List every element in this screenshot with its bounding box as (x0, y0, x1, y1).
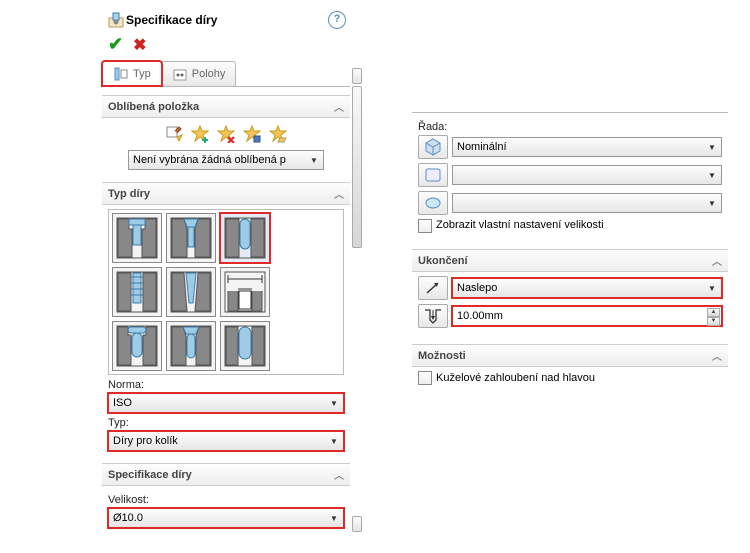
dropdown-arrow-icon: ▼ (327, 434, 341, 448)
section-end[interactable]: Ukončení ︿ (412, 249, 728, 272)
show-custom-checkbox[interactable] (418, 219, 432, 233)
depth-icon (418, 304, 448, 328)
type-select[interactable]: Díry pro kolík ▼ (108, 431, 344, 451)
dropdown-arrow-icon: ▼ (705, 168, 719, 182)
size-label: Velikost: (108, 494, 344, 506)
chevron-up-icon: ︿ (712, 253, 722, 268)
dropdown-arrow-icon: ▼ (327, 396, 341, 410)
scrollbar-thumb[interactable] (352, 86, 362, 248)
holetype-legacy[interactable] (220, 267, 270, 317)
ok-button[interactable]: ✔ (108, 34, 123, 55)
cancel-button[interactable]: ✖ (133, 35, 146, 55)
tab-type[interactable]: Typ (102, 61, 162, 86)
section-options[interactable]: Možnosti ︿ (412, 344, 728, 367)
holetype-counterbore-slot[interactable] (112, 321, 162, 371)
fav-apply-icon[interactable] (162, 122, 186, 146)
chevron-up-icon: ︿ (334, 467, 344, 482)
show-custom-label: Zobrazit vlastní nastavení velikosti (436, 219, 604, 232)
tab-label-type: Typ (133, 68, 151, 80)
series-body-icon (418, 191, 448, 215)
scrollbar[interactable] (352, 68, 362, 532)
chevron-up-icon: ︿ (334, 99, 344, 114)
dropdown-arrow-icon: ▼ (705, 140, 719, 154)
dropdown-arrow-icon: ▼ (307, 153, 321, 167)
help-icon[interactable]: ? (328, 11, 346, 29)
holetype-hole[interactable] (220, 213, 270, 263)
hole-wizard-icon (106, 10, 126, 30)
holetype-counterbore[interactable] (112, 213, 162, 263)
fav-delete-icon[interactable] (214, 122, 238, 146)
type-label: Typ: (108, 417, 344, 429)
holetype-countersink[interactable] (166, 213, 216, 263)
series-select[interactable]: Nominální ▼ (452, 137, 722, 157)
series-label: Řada: (418, 121, 722, 133)
favorite-select[interactable]: Není vybrána žádná oblíbená p ▼ (128, 150, 324, 170)
direction-icon[interactable] (418, 276, 448, 300)
holetype-tapered-tap[interactable] (166, 267, 216, 317)
option-countersink-checkbox[interactable] (418, 371, 432, 385)
series-main-icon (418, 135, 448, 159)
depth-input[interactable]: 10.00mm ▲▼ (452, 306, 722, 326)
holetype-countersink-slot[interactable] (166, 321, 216, 371)
series-select-2[interactable]: ▼ (452, 165, 722, 185)
dropdown-arrow-icon: ▼ (705, 196, 719, 210)
panel-title: Specifikace díry (126, 13, 217, 27)
section-holetype[interactable]: Typ díry ︿ (102, 182, 350, 205)
size-select[interactable]: Ø10.0 ▼ (108, 508, 344, 528)
section-favorite[interactable]: Oblíbená položka ︿ (102, 95, 350, 118)
chevron-up-icon: ︿ (712, 348, 722, 363)
end-condition-select[interactable]: Naslepo ▼ (452, 278, 722, 298)
holetype-straight-tap[interactable] (112, 267, 162, 317)
option-countersink-label: Kuželové zahloubení nad hlavou (436, 372, 595, 384)
series-select-3[interactable]: ▼ (452, 193, 722, 213)
type-tab-icon (113, 66, 129, 82)
fav-load-icon[interactable] (266, 122, 290, 146)
section-spec[interactable]: Specifikace díry ︿ (102, 463, 350, 486)
dropdown-arrow-icon: ▼ (705, 281, 719, 295)
holetype-grid (108, 209, 344, 375)
positions-tab-icon (172, 66, 188, 82)
dropdown-arrow-icon: ▼ (327, 511, 341, 525)
tab-positions[interactable]: Polohy (161, 61, 237, 86)
tab-label-positions: Polohy (192, 68, 226, 80)
holetype-slot[interactable] (220, 321, 270, 371)
chevron-up-icon: ︿ (334, 186, 344, 201)
standard-label: Norma: (108, 379, 344, 391)
fav-add-icon[interactable] (188, 122, 212, 146)
spinner-arrows[interactable]: ▲▼ (707, 308, 720, 324)
standard-select[interactable]: ISO ▼ (108, 393, 344, 413)
fav-save-icon[interactable] (240, 122, 264, 146)
series-config-icon (418, 163, 448, 187)
